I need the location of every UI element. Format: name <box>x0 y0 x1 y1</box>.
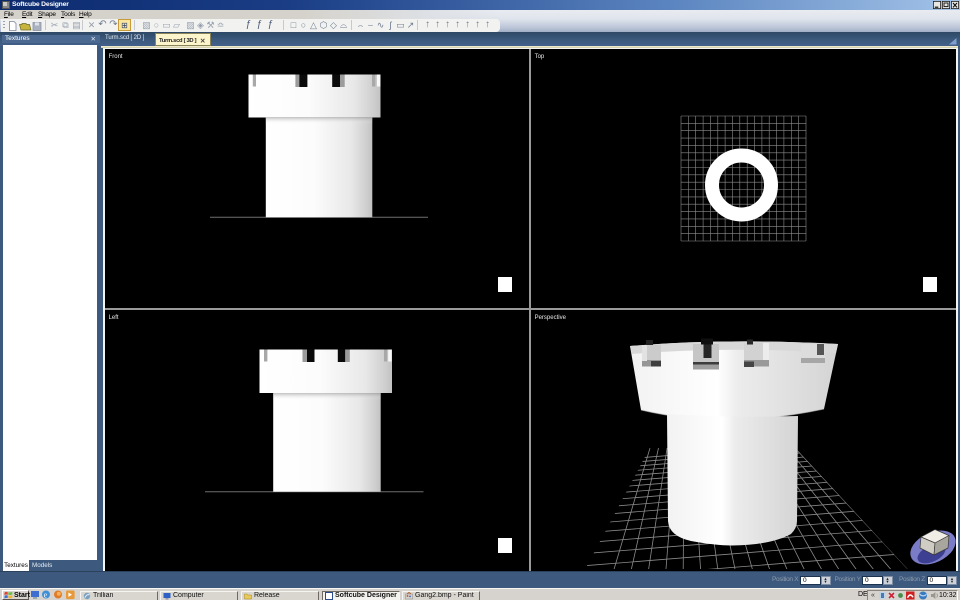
svg-text:e: e <box>44 590 48 599</box>
